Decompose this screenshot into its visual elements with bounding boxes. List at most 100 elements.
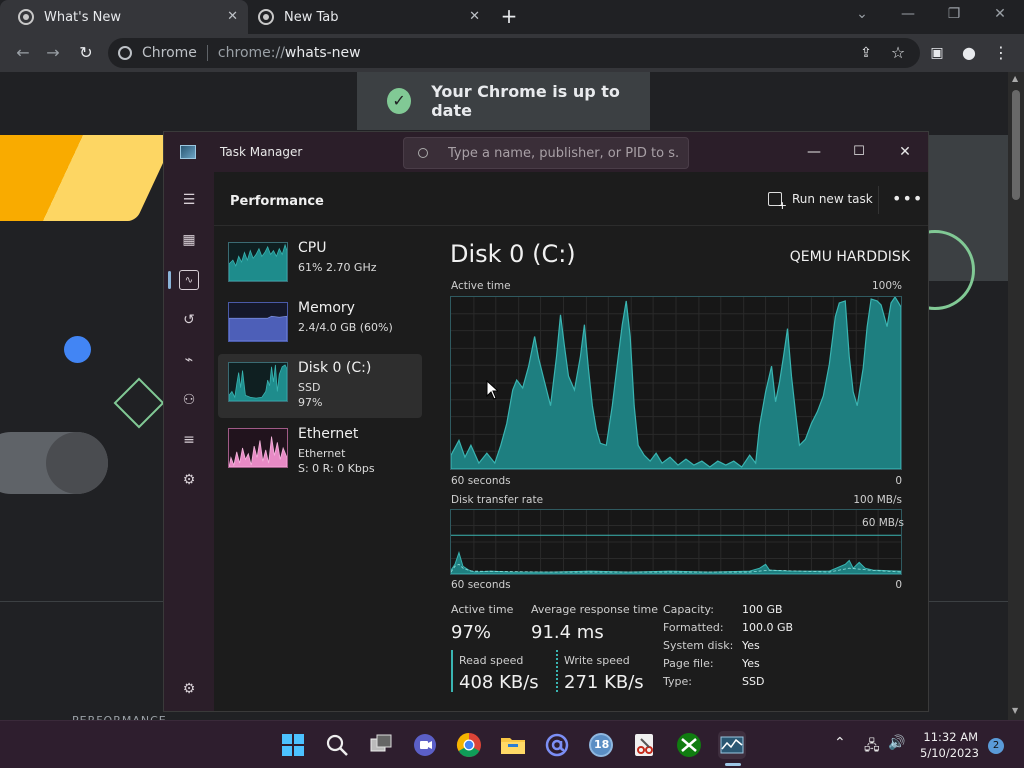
task-manager-window: Task Manager — ☐ ✕ ☰ ▦ ∿ ↺ ⌁ ⚇ ≡ ⚙ ⚙ Per… xyxy=(163,131,929,712)
volume-icon[interactable]: 🔊 xyxy=(888,735,905,751)
side-panel-icon[interactable]: ▣ xyxy=(926,42,948,64)
chrome-icon xyxy=(456,733,481,758)
forward-icon[interactable]: → xyxy=(42,42,64,64)
page-scrollbar[interactable]: ▲ ▼ xyxy=(1008,72,1024,720)
scroll-thumb[interactable] xyxy=(1012,90,1020,200)
tab-whats-new[interactable]: What's New ✕ xyxy=(0,0,248,34)
mouse-cursor-icon xyxy=(486,380,498,400)
run-task-icon xyxy=(768,192,787,212)
hamburger-menu-icon[interactable]: ☰ xyxy=(179,190,199,210)
formatted-label: Formatted: xyxy=(663,621,724,634)
process-search[interactable] xyxy=(403,137,689,169)
processes-icon[interactable]: ▦ xyxy=(179,230,199,250)
show-hidden-icons[interactable]: ⌃ xyxy=(834,735,846,751)
minimize-icon[interactable]: — xyxy=(898,6,918,22)
network-icon[interactable]: 🖧 xyxy=(864,735,880,759)
minimize-icon[interactable]: — xyxy=(802,140,826,164)
decorative-blue-dot xyxy=(64,336,91,363)
transfer-rate-timespan: 60 seconds xyxy=(451,579,511,591)
chrome-favicon-icon xyxy=(258,9,274,25)
chrome-site-icon xyxy=(118,46,132,60)
active-time-chart-max: 100% xyxy=(871,280,902,292)
active-time-chart-label: Active time xyxy=(451,280,511,292)
startup-apps-icon[interactable]: ⌁ xyxy=(179,350,199,370)
active-app-indicator xyxy=(725,763,741,766)
scroll-down-icon[interactable]: ▼ xyxy=(1012,706,1018,715)
clock[interactable]: 11:32 AM 5/10/2023 xyxy=(920,729,979,761)
active-time-chart xyxy=(450,296,902,470)
tab-new-tab[interactable]: New Tab ✕ xyxy=(240,0,490,34)
task-manager-app-icon xyxy=(180,145,196,159)
at-sign-icon xyxy=(545,733,569,757)
reload-icon[interactable]: ↻ xyxy=(75,42,97,64)
teams-chat-button[interactable] xyxy=(411,731,439,759)
resource-ethernet[interactable]: Ethernet Ethernet S: 0 R: 0 Kbps xyxy=(218,420,422,484)
close-window-icon[interactable]: ✕ xyxy=(990,6,1010,22)
tab-title: New Tab xyxy=(284,9,339,25)
performance-icon[interactable]: ∿ xyxy=(179,270,199,290)
calendar-badge: 18 xyxy=(594,738,610,751)
header-separator xyxy=(878,186,879,214)
decorative-circle xyxy=(46,432,108,494)
start-button[interactable] xyxy=(279,731,307,759)
more-options-icon[interactable]: ••• xyxy=(892,189,923,208)
resource-usage: S: 0 R: 0 Kbps xyxy=(298,462,375,475)
calendar-button[interactable]: 18 xyxy=(587,731,615,759)
snipping-tool-icon xyxy=(635,734,653,756)
run-task-label: Run new task xyxy=(792,192,873,206)
maximize-icon[interactable]: ☐ xyxy=(847,140,871,164)
tab-title: What's New xyxy=(44,9,121,25)
memory-thumbnail xyxy=(228,302,288,342)
scroll-up-icon[interactable]: ▲ xyxy=(1012,74,1018,83)
resource-detail: 61% 2.70 GHz xyxy=(298,261,377,274)
notification-badge[interactable]: 2 xyxy=(988,738,1004,754)
section-title: Performance xyxy=(230,194,324,209)
services-icon[interactable]: ⚙ xyxy=(179,470,199,490)
search-input[interactable] xyxy=(448,145,678,161)
new-tab-button[interactable]: + xyxy=(498,5,520,27)
run-new-task-button[interactable]: Run new task xyxy=(768,192,873,212)
resource-disk[interactable]: Disk 0 (C:) SSD 97% xyxy=(218,354,422,418)
search-button[interactable] xyxy=(323,731,351,759)
address-bar[interactable]: Chrome chrome:// whats-new xyxy=(108,38,920,68)
disk-model: QEMU HARDDISK xyxy=(789,249,910,265)
decorative-yellow-shape xyxy=(0,135,177,221)
close-tab-icon[interactable]: ✕ xyxy=(227,9,238,24)
window-title: Task Manager xyxy=(220,145,303,159)
write-speed-label: Write speed xyxy=(564,654,630,667)
nav-active-indicator xyxy=(168,271,171,289)
resource-cpu[interactable]: CPU 61% 2.70 GHz xyxy=(218,234,422,298)
search-icon xyxy=(418,148,428,158)
app-history-icon[interactable]: ↺ xyxy=(179,310,199,330)
close-tab-icon[interactable]: ✕ xyxy=(469,9,480,24)
restore-icon[interactable]: ❐ xyxy=(944,6,964,22)
snipping-tool-button[interactable] xyxy=(631,731,659,759)
share-icon[interactable]: ⇪ xyxy=(855,42,877,64)
read-speed-label: Read speed xyxy=(459,654,524,667)
search-icon xyxy=(326,734,348,756)
xbox-button[interactable] xyxy=(675,731,703,759)
profile-icon[interactable]: ● xyxy=(958,42,980,64)
transfer-rate-max: 100 MB/s xyxy=(853,494,902,506)
task-manager-nav: ☰ ▦ ∿ ↺ ⌁ ⚇ ≡ ⚙ ⚙ xyxy=(164,172,214,711)
menu-icon[interactable]: ⋮ xyxy=(990,42,1012,64)
page-file-label: Page file: xyxy=(663,657,714,670)
active-time-min: 0 xyxy=(895,475,902,487)
close-icon[interactable]: ✕ xyxy=(893,140,917,164)
users-icon[interactable]: ⚇ xyxy=(179,390,199,410)
bookmark-star-icon[interactable]: ☆ xyxy=(887,42,909,64)
site-name: Chrome xyxy=(142,45,197,61)
settings-icon[interactable]: ⚙ xyxy=(179,679,199,699)
task-manager-taskbar-button[interactable] xyxy=(718,731,746,759)
tab-search-icon[interactable]: ⌄ xyxy=(852,6,872,22)
mail-button[interactable] xyxy=(543,731,571,759)
cpu-thumbnail xyxy=(228,242,288,282)
chrome-taskbar-button[interactable] xyxy=(455,731,483,759)
resource-memory[interactable]: Memory 2.4/4.0 GB (60%) xyxy=(218,294,422,358)
back-icon[interactable]: ← xyxy=(12,42,34,64)
file-explorer-button[interactable] xyxy=(499,731,527,759)
write-speed-marker xyxy=(556,650,558,692)
omnibox-separator xyxy=(206,45,208,61)
details-icon[interactable]: ≡ xyxy=(179,430,199,450)
task-view-button[interactable] xyxy=(367,731,395,759)
